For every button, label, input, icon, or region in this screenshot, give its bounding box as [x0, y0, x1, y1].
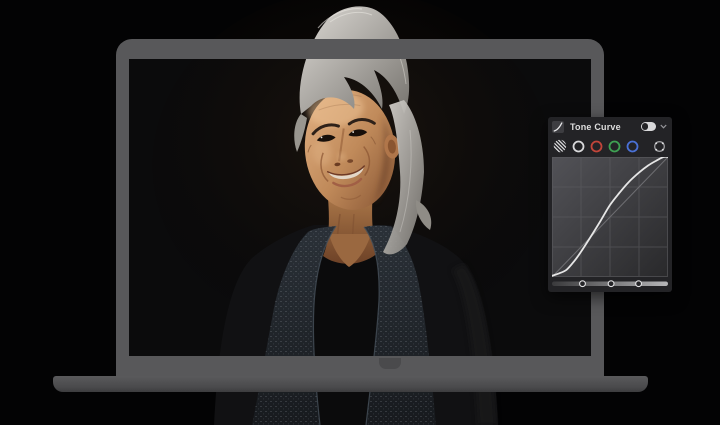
region-handle-0[interactable] — [579, 280, 586, 288]
green-channel-button[interactable] — [608, 140, 621, 153]
region-handle-2[interactable] — [635, 280, 643, 288]
region-split-slider — [552, 277, 668, 292]
curve-graph[interactable] — [551, 155, 669, 278]
parametric-curve-button[interactable] — [553, 139, 567, 153]
panel-enable-toggle[interactable] — [641, 122, 656, 131]
laptop-hinge-notch — [379, 358, 401, 369]
all-channels-button[interactable] — [572, 140, 585, 153]
tone-curve-header: Tone Curve — [548, 117, 672, 136]
laptop-base — [53, 376, 648, 392]
chevron-down-icon[interactable] — [660, 124, 667, 129]
blue-channel-button[interactable] — [626, 140, 639, 153]
channel-selector-row — [548, 136, 672, 156]
panel-title: Tone Curve — [570, 121, 621, 132]
page-root: Tone Curve — [0, 0, 720, 425]
region-handle-1[interactable] — [607, 280, 615, 288]
edit-point-curve-button[interactable] — [653, 140, 666, 153]
toggle-knob — [642, 123, 649, 130]
tone-curve-panel: Tone Curve — [548, 117, 672, 292]
tone-curve-icon — [552, 120, 564, 133]
red-channel-button[interactable] — [590, 140, 603, 153]
